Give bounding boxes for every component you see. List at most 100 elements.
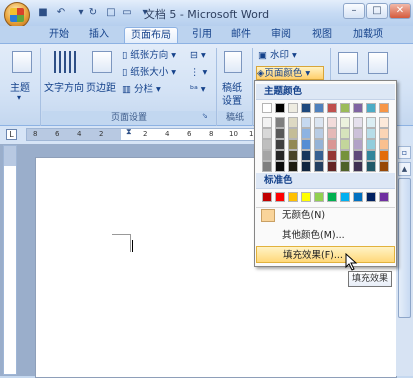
theme-shade-swatch[interactable]	[301, 139, 311, 150]
theme-shade-swatch[interactable]	[340, 117, 350, 128]
theme-shade-swatch[interactable]	[262, 139, 272, 150]
theme-shade-swatch[interactable]	[301, 128, 311, 139]
tab-home[interactable]: 开始	[43, 27, 75, 43]
theme-shade-swatch[interactable]	[379, 150, 389, 161]
theme-color-swatch[interactable]	[327, 103, 337, 113]
watermark-button[interactable]: ▣ 水印 ▾	[258, 49, 297, 63]
theme-shade-swatch[interactable]	[314, 161, 324, 172]
theme-shade-swatch[interactable]	[366, 161, 376, 172]
page-color-button[interactable]: ◈页面颜色 ▾	[256, 66, 324, 80]
theme-shade-swatch[interactable]	[340, 150, 350, 161]
tab-view[interactable]: 视图	[306, 27, 338, 43]
theme-color-swatch[interactable]	[288, 103, 298, 113]
paragraph-icon[interactable]	[338, 52, 358, 74]
standard-color-swatch[interactable]	[288, 192, 298, 202]
indent-marker-icon[interactable]: ⧗	[126, 127, 132, 137]
standard-color-swatch[interactable]	[327, 192, 337, 202]
standard-color-swatch[interactable]	[366, 192, 376, 202]
standard-color-swatch[interactable]	[301, 192, 311, 202]
maximize-button[interactable]: □	[366, 3, 388, 19]
theme-color-swatch[interactable]	[340, 103, 350, 113]
theme-shade-swatch[interactable]	[353, 139, 363, 150]
line-numbers-button[interactable]: ⋮ ▾	[190, 66, 207, 80]
horizontal-ruler[interactable]: 8 6 4 2 2 4 6 8 10 12	[26, 128, 262, 141]
theme-shade-swatch[interactable]	[379, 117, 389, 128]
theme-color-swatch[interactable]	[314, 103, 324, 113]
theme-shade-swatch[interactable]	[275, 117, 285, 128]
close-button[interactable]: ✕	[389, 3, 411, 19]
manuscript-button[interactable]: 稿纸 设置	[220, 49, 248, 109]
theme-shade-swatch[interactable]	[366, 150, 376, 161]
orientation-button[interactable]: ▯ 纸张方向 ▾	[122, 49, 176, 63]
minimize-button[interactable]: –	[343, 3, 365, 19]
theme-shade-swatch[interactable]	[379, 139, 389, 150]
fill-effects-item[interactable]: 填充效果(F)...	[256, 246, 395, 263]
theme-shade-swatch[interactable]	[327, 139, 337, 150]
theme-shade-swatch[interactable]	[340, 139, 350, 150]
breaks-button[interactable]: ⊟ ▾	[190, 49, 206, 63]
tab-review[interactable]: 审阅	[265, 27, 297, 43]
vertical-scrollbar[interactable]: ▫ ▲	[396, 144, 413, 376]
standard-color-swatch[interactable]	[379, 192, 389, 202]
tab-references[interactable]: 引用	[186, 27, 218, 43]
theme-shade-swatch[interactable]	[275, 150, 285, 161]
theme-color-swatch[interactable]	[262, 103, 272, 113]
ruler-toggle-icon[interactable]: ▫	[398, 146, 411, 159]
theme-color-swatch[interactable]	[301, 103, 311, 113]
hyphenation-button[interactable]: ᵇᵃ ▾	[190, 83, 206, 97]
theme-color-swatch[interactable]	[275, 103, 285, 113]
theme-shade-swatch[interactable]	[353, 161, 363, 172]
theme-shade-swatch[interactable]	[275, 128, 285, 139]
theme-shade-swatch[interactable]	[288, 161, 298, 172]
theme-shade-swatch[interactable]	[327, 128, 337, 139]
scroll-thumb[interactable]	[398, 178, 411, 318]
arrange-icon[interactable]	[368, 52, 388, 74]
theme-shade-swatch[interactable]	[379, 128, 389, 139]
theme-shade-swatch[interactable]	[288, 150, 298, 161]
theme-shade-swatch[interactable]	[262, 150, 272, 161]
vertical-ruler[interactable]	[3, 145, 17, 375]
theme-shade-swatch[interactable]	[288, 139, 298, 150]
dialog-launcher-icon[interactable]: ⬂	[202, 112, 208, 120]
tab-mailings[interactable]: 邮件	[225, 27, 257, 43]
theme-shade-swatch[interactable]	[353, 150, 363, 161]
theme-shade-swatch[interactable]	[314, 117, 324, 128]
standard-color-swatch[interactable]	[275, 192, 285, 202]
tab-page-layout[interactable]: 页面布局	[124, 27, 178, 43]
standard-color-swatch[interactable]	[340, 192, 350, 202]
theme-shade-swatch[interactable]	[314, 139, 324, 150]
scroll-up-icon[interactable]: ▲	[398, 162, 411, 176]
theme-shade-swatch[interactable]	[366, 117, 376, 128]
standard-color-swatch[interactable]	[262, 192, 272, 202]
standard-color-swatch[interactable]	[314, 192, 324, 202]
theme-color-swatch[interactable]	[353, 103, 363, 113]
theme-color-swatch[interactable]	[379, 103, 389, 113]
theme-shade-swatch[interactable]	[301, 161, 311, 172]
theme-shade-swatch[interactable]	[275, 161, 285, 172]
theme-shade-swatch[interactable]	[262, 117, 272, 128]
theme-shade-swatch[interactable]	[379, 161, 389, 172]
standard-color-swatch[interactable]	[353, 192, 363, 202]
theme-shade-swatch[interactable]	[366, 128, 376, 139]
columns-button[interactable]: ▥ 分栏 ▾	[122, 83, 161, 97]
theme-shade-swatch[interactable]	[353, 128, 363, 139]
theme-shade-swatch[interactable]	[301, 117, 311, 128]
theme-shade-swatch[interactable]	[301, 150, 311, 161]
theme-shade-swatch[interactable]	[327, 150, 337, 161]
theme-shade-swatch[interactable]	[353, 117, 363, 128]
more-colors-item[interactable]: 其他颜色(M)...	[256, 227, 395, 244]
theme-shade-swatch[interactable]	[327, 117, 337, 128]
margins-button[interactable]: 页边距	[86, 49, 118, 109]
theme-shade-swatch[interactable]	[262, 128, 272, 139]
theme-shade-swatch[interactable]	[275, 139, 285, 150]
theme-shade-swatch[interactable]	[327, 161, 337, 172]
tab-addins[interactable]: 加载项	[347, 27, 389, 43]
tab-selector-icon[interactable]: L	[6, 129, 17, 140]
theme-shade-swatch[interactable]	[340, 128, 350, 139]
size-button[interactable]: ▯ 纸张大小 ▾	[122, 66, 176, 80]
themes-button[interactable]: 主题 ▾	[6, 49, 38, 109]
theme-shade-swatch[interactable]	[314, 150, 324, 161]
theme-shade-swatch[interactable]	[366, 139, 376, 150]
theme-shade-swatch[interactable]	[314, 128, 324, 139]
theme-color-swatch[interactable]	[366, 103, 376, 113]
